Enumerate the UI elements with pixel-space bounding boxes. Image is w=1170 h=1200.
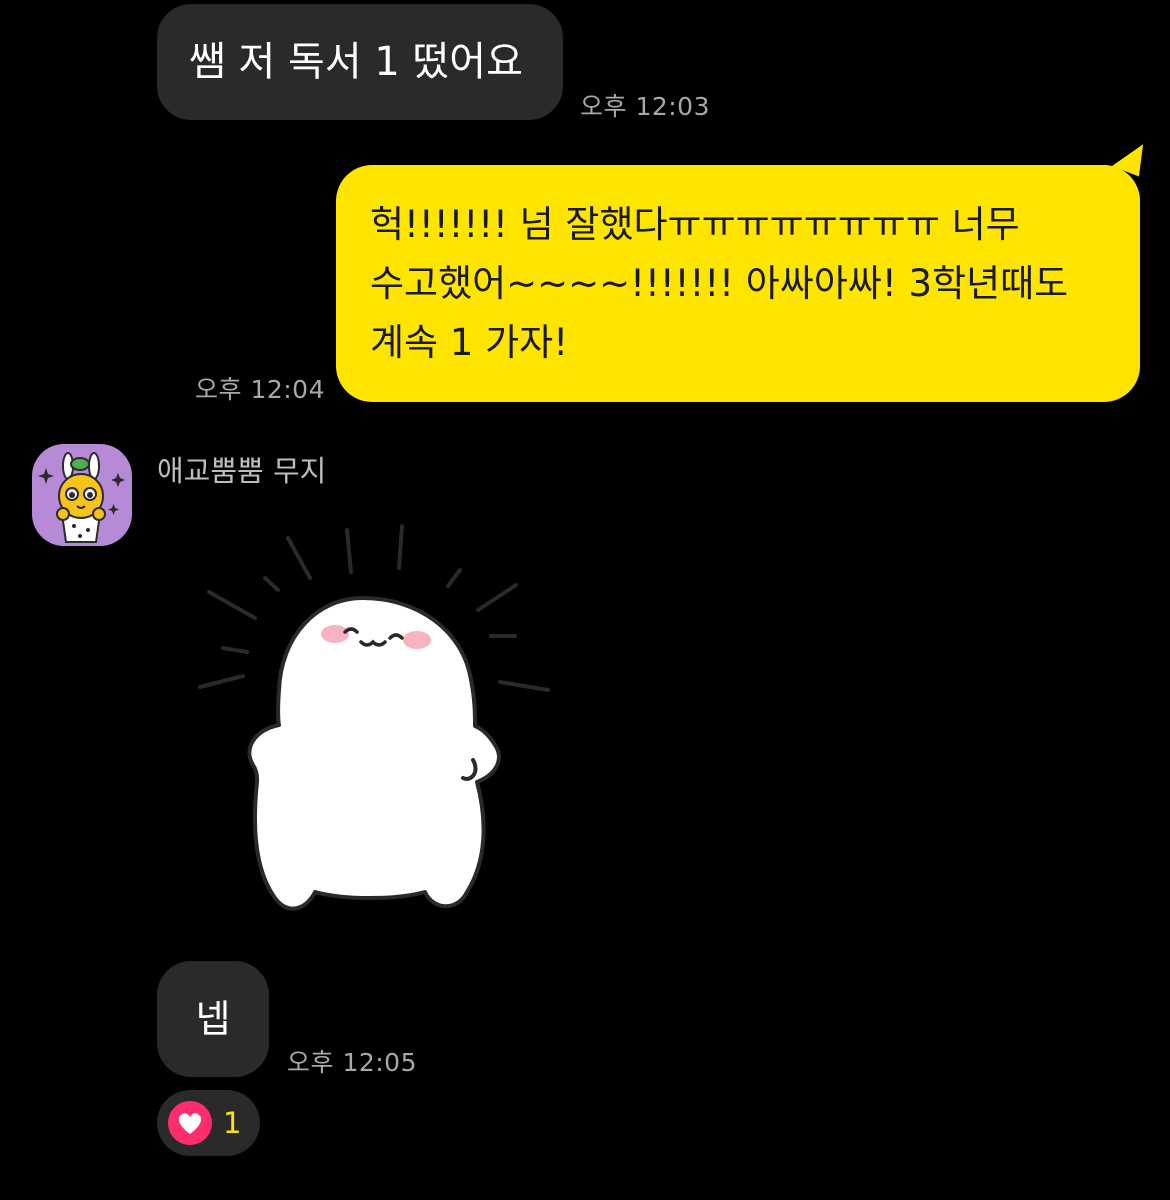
- reaction-chip[interactable]: 1: [157, 1090, 260, 1156]
- message-text-line: 헉!!!!!!! 넘 잘했다ㅠㅠㅠㅠㅠㅠㅠㅠ 너무: [370, 203, 1020, 246]
- heart-icon: [168, 1101, 212, 1145]
- outgoing-message-bubble[interactable]: 헉!!!!!!! 넘 잘했다ㅠㅠㅠㅠㅠㅠㅠㅠ 너무 수고했어~~~~!!!!!!…: [336, 165, 1140, 402]
- message-text-line: 수고했어~~~~!!!!!!! 아싸아싸! 3학년때도: [370, 262, 1069, 305]
- message-timestamp: 오후 12:03: [580, 92, 710, 121]
- message-text-line: 계속 1 가자!: [370, 321, 569, 364]
- sender-name: 애교뿜뿜 무지: [157, 454, 327, 488]
- avatar[interactable]: [32, 444, 132, 546]
- sticker-character-icon: [198, 524, 550, 911]
- avatar-character-icon: [38, 452, 125, 543]
- reaction-count: 1: [223, 1106, 242, 1140]
- message-text: 넵: [195, 997, 231, 1041]
- incoming-message-bubble[interactable]: 쌤 저 독서 1 떴어요: [157, 4, 563, 120]
- message-text: 쌤 저 독서 1 떴어요: [189, 39, 523, 85]
- message-timestamp: 오후 12:04: [195, 375, 325, 404]
- incoming-message-bubble[interactable]: 넵: [157, 961, 269, 1077]
- message-timestamp: 오후 12:05: [287, 1048, 417, 1077]
- sticker-image[interactable]: [195, 520, 565, 920]
